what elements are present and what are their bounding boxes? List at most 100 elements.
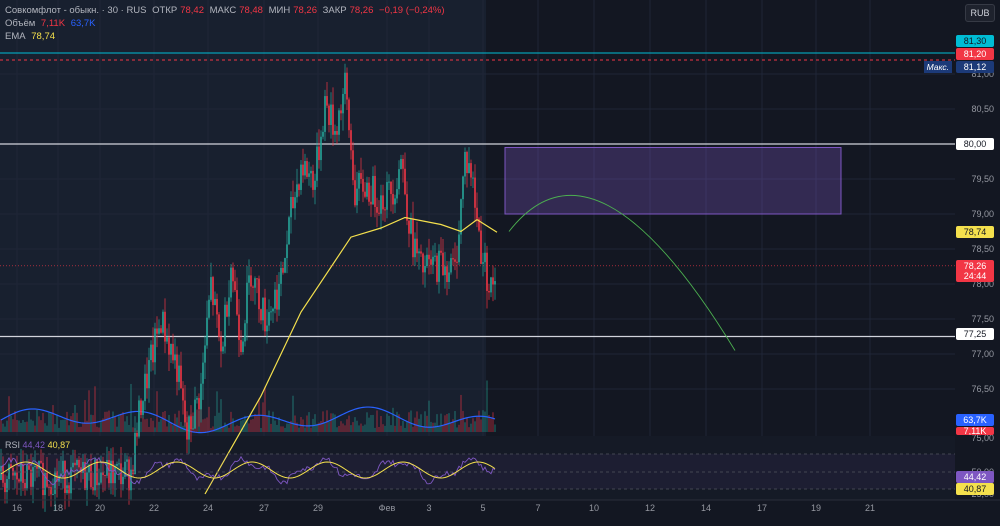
volume-bar (344, 425, 346, 432)
candle-body (340, 110, 342, 114)
volume-bar (390, 425, 392, 432)
candle-body (198, 398, 200, 410)
candle-body (474, 177, 476, 208)
volume-bar (176, 417, 178, 432)
volume-bar (168, 414, 170, 432)
price-tick: 79,50 (971, 174, 994, 184)
candle-body (212, 277, 214, 305)
high-value: 78,48 (239, 5, 263, 16)
candle-body (424, 265, 426, 273)
candle-body (290, 197, 292, 218)
volume-row[interactable]: Объём 7,11K 63,7K (5, 17, 448, 30)
candle-body (326, 96, 328, 106)
candle-body (200, 383, 202, 410)
volume-bar (108, 410, 110, 432)
volume-bar (376, 410, 378, 432)
volume-bar (284, 427, 286, 432)
volume-bar (254, 413, 256, 432)
volume-bar (332, 413, 334, 432)
candle-body (466, 151, 468, 174)
volume-bar (300, 417, 302, 432)
time-tick: 16 (11, 503, 23, 513)
volume-bar (490, 418, 492, 432)
volume-bar (54, 424, 56, 432)
candle-body (152, 344, 154, 363)
candle-body (442, 252, 444, 276)
currency-button[interactable]: RUB (965, 4, 995, 22)
volume-tag: 7,11K (956, 427, 994, 435)
volume-bar (306, 415, 308, 432)
candle-body (194, 399, 196, 429)
candle-body (468, 163, 470, 174)
candle-body (338, 110, 340, 135)
volume-bar (50, 412, 52, 432)
volume-bar (304, 427, 306, 432)
candle-body (280, 267, 282, 284)
candle-body (486, 252, 488, 291)
volume-bar (340, 421, 342, 432)
volume-bar (98, 427, 100, 432)
candle-body (456, 261, 458, 263)
candle-body (470, 163, 472, 178)
candle-body (168, 337, 170, 355)
low-value: 78,26 (293, 5, 317, 16)
candle-body (196, 398, 198, 400)
volume-bar (308, 412, 310, 432)
rsi-value: 44,42 (22, 440, 46, 450)
forecast-arc (508, 194, 736, 351)
candle-body (488, 290, 490, 293)
candle-body (238, 314, 240, 341)
volume-bar (274, 420, 276, 432)
candle-body (432, 256, 434, 265)
volume-bar (480, 419, 482, 432)
rsi-legend[interactable]: RSI 44,42 40,87 (5, 440, 70, 450)
volume-bar (474, 421, 476, 432)
candle-body (266, 325, 268, 332)
symbol-title[interactable]: Совкомфлот - обыкн. · 30 · RUS (5, 5, 147, 16)
candle-body (426, 254, 428, 266)
candle-body (180, 365, 182, 389)
candle-body (458, 234, 460, 263)
volume-bar (436, 414, 438, 432)
candle-body (316, 146, 318, 181)
volume-bar (426, 415, 428, 432)
candle-body (476, 207, 478, 219)
candle-body (372, 175, 374, 205)
volume-bar (342, 423, 344, 432)
time-tick: 18 (52, 503, 64, 513)
chart-canvas[interactable] (0, 0, 1000, 526)
candle-body (344, 72, 346, 94)
chart-root[interactable]: Совкомфлот - обыкн. · 30 · RUS ОТКР 78,42… (0, 0, 1000, 526)
volume-bar (46, 425, 48, 432)
volume-bar (486, 380, 488, 432)
candle-body (368, 182, 370, 202)
volume-bar (330, 413, 332, 432)
symbol-row: Совкомфлот - обыкн. · 30 · RUS ОТКР 78,42… (5, 4, 448, 17)
ema-label: EMA (5, 31, 26, 42)
volume-bar (74, 405, 76, 432)
candle-body (278, 283, 280, 310)
candle-body (230, 267, 232, 298)
candle-body (402, 158, 404, 169)
ema-row[interactable]: EMA 78,74 (5, 30, 448, 43)
volume-bar (38, 416, 40, 432)
volume-bar (154, 427, 156, 432)
volume-bar (286, 423, 288, 432)
volume-bar (56, 414, 58, 432)
volume-bar (178, 410, 180, 432)
volume-bar (322, 411, 324, 432)
candle-body (170, 343, 172, 355)
candle-body (308, 173, 310, 177)
candle-body (448, 272, 450, 282)
candle-body (256, 278, 258, 280)
candle-body (218, 314, 220, 337)
volume-bar (156, 391, 158, 432)
volume-bar (346, 419, 348, 432)
candle-body (346, 72, 348, 100)
change-value: −0,19 (−0,24%) (379, 5, 445, 16)
volume-bar (356, 420, 358, 432)
time-tick: 27 (258, 503, 270, 513)
candle-body (264, 297, 266, 332)
volume-bar (140, 421, 142, 432)
candle-body (138, 400, 140, 437)
